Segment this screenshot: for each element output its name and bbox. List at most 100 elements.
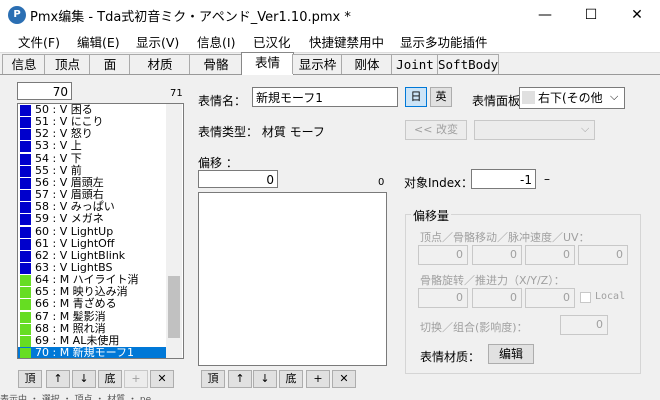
morph-type-label: 表情类型： 材質 モーフ bbox=[198, 125, 325, 139]
local-label: Local bbox=[595, 291, 626, 302]
menu-file[interactable]: 文件(F) bbox=[18, 32, 60, 51]
tab-morph[interactable]: 表情 bbox=[241, 52, 294, 75]
add-morph-button[interactable]: + bbox=[124, 370, 148, 388]
vertex-w-field[interactable]: 0 bbox=[578, 245, 628, 265]
maximize-button[interactable]: ☐ bbox=[568, 0, 614, 30]
scroll-thumb[interactable] bbox=[168, 276, 180, 338]
morph-panel-label: 表情面板 bbox=[472, 94, 521, 108]
morph-type-swatch bbox=[20, 348, 31, 358]
list-item-label: 53 : V 上 bbox=[35, 139, 82, 153]
morph-material-label: 表情材质： bbox=[420, 350, 481, 364]
close-button[interactable]: ✕ bbox=[614, 0, 660, 30]
morph-count: 71 bbox=[170, 88, 183, 99]
offset-bottom-button[interactable]: 底 bbox=[279, 370, 303, 388]
minimize-button[interactable]: — bbox=[522, 0, 568, 30]
morph-type-swatch bbox=[20, 117, 31, 129]
change-target-select[interactable] bbox=[474, 120, 595, 140]
morph-type-swatch bbox=[20, 153, 31, 165]
offset-list[interactable] bbox=[198, 192, 387, 366]
morph-type-swatch bbox=[20, 226, 31, 238]
menu-plugins[interactable]: 显示多功能插件 bbox=[400, 32, 488, 51]
menu-edit[interactable]: 编辑(E) bbox=[77, 32, 120, 51]
morph-type-swatch bbox=[20, 275, 31, 287]
morph-type-swatch bbox=[20, 238, 31, 250]
offset-count: 0 bbox=[378, 177, 385, 188]
vertex-x-field[interactable]: 0 bbox=[418, 245, 468, 265]
tab-rigidbody[interactable]: 刚体 bbox=[341, 54, 393, 74]
offset-up-button[interactable]: ↑ bbox=[228, 370, 252, 388]
morph-type-swatch bbox=[20, 335, 31, 347]
chevron-down-icon-disabled: ⌵ bbox=[581, 122, 590, 135]
morph-type-swatch bbox=[20, 323, 31, 335]
rotate-x-field[interactable]: 0 bbox=[418, 288, 468, 308]
switch-label: 切换／组合(影响度)： bbox=[420, 321, 528, 334]
offset-index-input[interactable]: 0 bbox=[198, 170, 278, 188]
rotate-z-field[interactable]: 0 bbox=[525, 288, 575, 308]
offset-add-button[interactable]: + bbox=[306, 370, 330, 388]
morph-type-swatch bbox=[20, 202, 31, 214]
morph-panel-value: 右下(その他 bbox=[538, 91, 603, 105]
target-index-input[interactable]: -1 bbox=[471, 169, 536, 189]
menu-info[interactable]: 信息(I) bbox=[197, 32, 235, 51]
morph-type-swatch bbox=[20, 141, 31, 153]
move-bottom-button[interactable]: 底 bbox=[98, 370, 122, 388]
morph-name-input[interactable]: 新規モーフ1 bbox=[252, 87, 398, 107]
edit-material-button[interactable]: 编辑 bbox=[488, 344, 534, 364]
tab-face[interactable]: 面 bbox=[89, 54, 131, 74]
japanese-name-button[interactable]: 日 bbox=[405, 87, 427, 107]
change-button[interactable]: << 改変 bbox=[405, 120, 467, 140]
rotate-y-field[interactable]: 0 bbox=[472, 288, 522, 308]
chevron-down-icon: ⌵ bbox=[610, 90, 619, 103]
offset-group-label: 偏移量 bbox=[411, 207, 452, 224]
morph-name-label: 表情名： bbox=[198, 94, 247, 108]
bone-rotate-label: 骨骼旋转／推进力（X/Y/Z）： bbox=[420, 274, 565, 287]
morph-type-swatch bbox=[20, 214, 31, 226]
morph-type-swatch bbox=[20, 311, 31, 323]
app-icon: P bbox=[8, 6, 26, 24]
tab-bone[interactable]: 骨骼 bbox=[189, 54, 243, 74]
list-item[interactable]: 53 : V 上 bbox=[18, 139, 168, 153]
morph-type-swatch bbox=[20, 299, 31, 311]
morph-type-swatch bbox=[20, 129, 31, 141]
morph-type-swatch bbox=[20, 165, 31, 177]
window-title: Pmx编集 - Tda式初音ミク・アペンド_Ver1.10.pmx * bbox=[30, 10, 351, 25]
tab-softbody[interactable]: SoftBody bbox=[437, 54, 499, 74]
tab-joint[interactable]: Joint bbox=[391, 54, 439, 74]
vertex-move-label: 顶点／骨骼移动／脉冲速度／UV： bbox=[420, 231, 590, 244]
move-top-button[interactable]: 頂 bbox=[18, 370, 42, 388]
morph-type-swatch bbox=[20, 287, 31, 299]
offset-down-button[interactable]: ↓ bbox=[253, 370, 277, 388]
morph-type-swatch bbox=[20, 250, 31, 262]
offset-label: 偏移 ： bbox=[198, 156, 238, 170]
local-checkbox[interactable] bbox=[580, 292, 591, 303]
menu-view[interactable]: 显示(V) bbox=[136, 32, 179, 51]
morph-type-swatch bbox=[20, 177, 31, 189]
tab-info[interactable]: 信息 bbox=[2, 54, 46, 74]
list-item[interactable]: 59 : V メガネ bbox=[18, 212, 168, 226]
switch-field[interactable]: 0 bbox=[560, 315, 608, 335]
offset-top-button[interactable]: 頂 bbox=[201, 370, 225, 388]
move-up-button[interactable]: ↑ bbox=[46, 370, 70, 388]
vertex-y-field[interactable]: 0 bbox=[472, 245, 522, 265]
morph-index-input[interactable]: 70 bbox=[17, 82, 72, 100]
tab-display-frame[interactable]: 显示枠 bbox=[292, 54, 343, 74]
list-item-label: 59 : V メガネ bbox=[35, 212, 104, 226]
list-item[interactable]: 70 : M 新規モーフ1 bbox=[18, 346, 168, 359]
move-down-button[interactable]: ↓ bbox=[72, 370, 96, 388]
english-name-button[interactable]: 英 bbox=[430, 87, 452, 107]
morph-list[interactable]: 50 : V 困る 51 : V にこり 52 : V 怒り 53 : V 上 54 :… bbox=[17, 103, 184, 359]
list-item-label: 70 : M 新規モーフ1 bbox=[35, 346, 135, 359]
list-item-label: 66 : M 青ざめる bbox=[35, 297, 117, 311]
delete-morph-button[interactable]: ✕ bbox=[150, 370, 174, 388]
list-item[interactable]: 66 : M 青ざめる bbox=[18, 297, 168, 311]
vertex-z-field[interactable]: 0 bbox=[525, 245, 575, 265]
target-index-dash: – bbox=[544, 172, 550, 186]
menu-localized[interactable]: 已汉化 bbox=[253, 32, 291, 51]
tab-vertex[interactable]: 顶点 bbox=[44, 54, 91, 74]
menu-shortcuts[interactable]: 快捷键禁用中 bbox=[309, 32, 384, 51]
morph-type-swatch bbox=[20, 190, 31, 202]
offset-delete-button[interactable]: ✕ bbox=[332, 370, 356, 388]
tab-material[interactable]: 材质 bbox=[129, 54, 191, 74]
morph-type-swatch bbox=[20, 262, 31, 274]
status-bar: 表示中 ・ 選択 ・ 頂点 ・ 材質 ・ pe bbox=[0, 392, 660, 400]
